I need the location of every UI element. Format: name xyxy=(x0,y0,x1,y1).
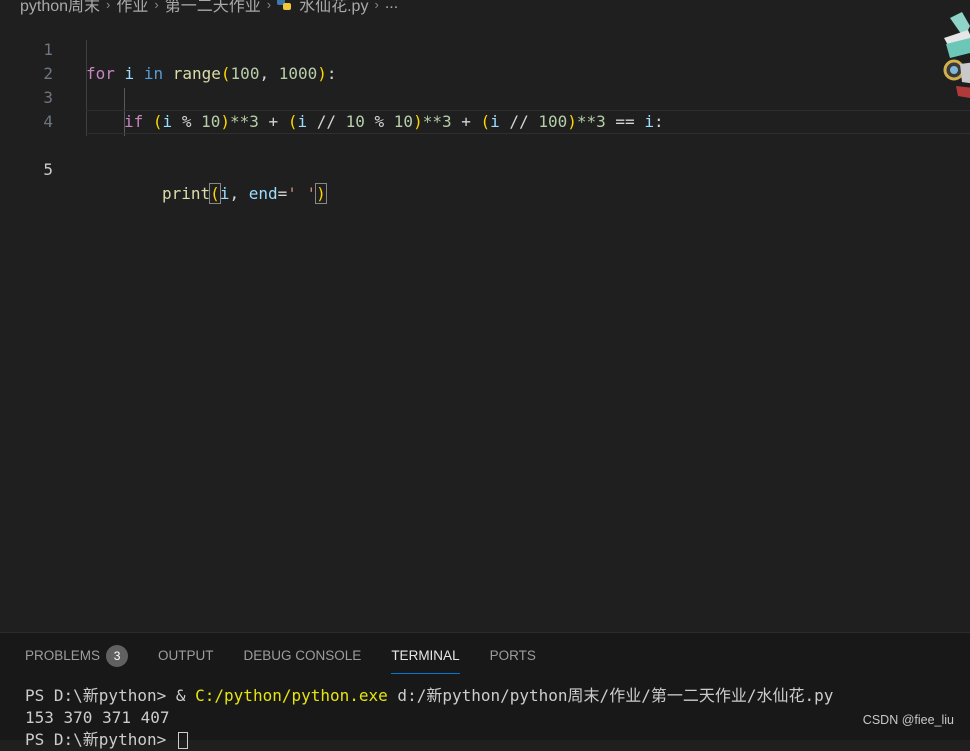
tab-output[interactable]: OUTPUT xyxy=(158,645,214,675)
terminal-line: PS D:\新python> & C:/python/python.exe d:… xyxy=(25,685,833,707)
code-line-3[interactable]: 3 if (i % 10)**3 + (i // 10 % 10)**3 + (… xyxy=(0,62,970,131)
panel-tabs: PROBLEMS 3 OUTPUT DEBUG CONSOLE TERMINAL… xyxy=(25,645,536,675)
tab-problems[interactable]: PROBLEMS 3 xyxy=(25,645,129,675)
terminal-executable: C:/python/python.exe xyxy=(195,686,388,705)
line-number-active: 5 xyxy=(43,160,53,179)
code-token: ) xyxy=(315,183,327,204)
watermark: CSDN @fiee_liu xyxy=(862,713,954,727)
python-file-icon xyxy=(277,0,292,10)
code-token: end xyxy=(248,184,278,203)
mascot-icon xyxy=(940,8,970,100)
code-editor[interactable]: 1 for i in range(100, 1000): 2 3 if (i %… xyxy=(0,14,970,632)
current-line-highlight xyxy=(86,110,970,134)
code-token: print xyxy=(162,184,211,203)
code-token: ( xyxy=(209,183,221,204)
code-token: i xyxy=(219,184,230,203)
tab-terminal[interactable]: TERMINAL xyxy=(391,645,460,675)
code-line-2[interactable]: 2 xyxy=(0,38,970,83)
chevron-right-icon: › xyxy=(266,0,272,12)
terminal-prompt: PS D:\新python> xyxy=(25,686,176,705)
tab-debug-console[interactable]: DEBUG CONSOLE xyxy=(244,645,362,675)
terminal-call-operator: & xyxy=(175,686,196,705)
code-token: , xyxy=(229,184,249,203)
breadcrumb-item-symbols[interactable]: ... xyxy=(385,0,398,13)
tab-label: TERMINAL xyxy=(391,648,460,663)
terminal-script-path: d:/新python/python周末/作业/第一二天作业/水仙花.py xyxy=(387,686,834,705)
terminal-result: 153 370 371 407 xyxy=(25,708,170,727)
code-line-4[interactable]: 4 xyxy=(0,86,970,131)
chevron-right-icon: › xyxy=(154,0,159,12)
bottom-panel: PROBLEMS 3 OUTPUT DEBUG CONSOLE TERMINAL… xyxy=(0,632,970,749)
terminal-cursor xyxy=(177,732,188,749)
tab-ports[interactable]: PORTS xyxy=(490,645,536,675)
tab-label: PORTS xyxy=(489,648,536,663)
code-token: = xyxy=(277,184,288,203)
tab-label: DEBUG CONSOLE xyxy=(243,648,362,663)
terminal-output[interactable]: PS D:\新python> & C:/python/python.exe d:… xyxy=(25,685,833,751)
terminal-prompt: PS D:\新python> xyxy=(25,730,176,749)
code-line-5[interactable]: 5 print(i, end=' ') xyxy=(0,110,970,204)
terminal-line: PS D:\新python> xyxy=(25,729,833,751)
terminal-line: 153 370 371 407 xyxy=(25,707,833,729)
tab-label: PROBLEMS xyxy=(25,648,101,663)
code-token: ' ' xyxy=(287,184,317,203)
tab-label: OUTPUT xyxy=(158,648,214,663)
chevron-right-icon: › xyxy=(374,0,379,12)
breadcrumb: python周末 › 作业 › 第一二天作业 › 水仙花.py › ... xyxy=(20,0,398,15)
code-line-1[interactable]: 1 for i in range(100, 1000): xyxy=(0,14,970,83)
problems-count-badge: 3 xyxy=(106,645,129,667)
chevron-right-icon: › xyxy=(106,0,111,12)
